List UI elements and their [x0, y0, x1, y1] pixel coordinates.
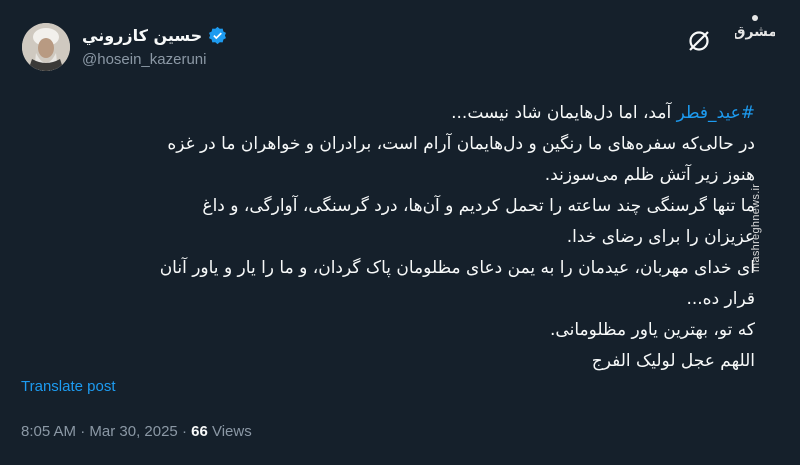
- watermark-logo: مشرق: [735, 15, 775, 40]
- svg-text:مشرق: مشرق: [735, 24, 775, 40]
- tweet-line: اللهم عجل لولیک الفرج: [591, 351, 755, 371]
- author-name-row: حسين كازروني: [82, 26, 227, 45]
- grok-icon[interactable]: [686, 28, 712, 54]
- hashtag-link[interactable]: #عید_فطر: [677, 103, 755, 123]
- post-date[interactable]: Mar 30, 2025: [89, 423, 177, 440]
- tweet-line: در حالی‌که سفره‌های ما رنگین و دل‌هایمان…: [167, 134, 755, 154]
- tweet-line: #عید_فطر آمد، اما دل‌هایمان شاد نیست...: [20, 98, 755, 129]
- tweet-line-text: آمد، اما دل‌هایمان شاد نیست...: [451, 103, 677, 123]
- tweet-text: #عید_فطر آمد، اما دل‌هایمان شاد نیست... …: [20, 98, 755, 377]
- tweet-line: ما تنها گرسنگی چند ساعته را تحمل کردیم و…: [202, 196, 755, 216]
- avatar[interactable]: [22, 23, 70, 71]
- author-block: حسين كازروني @hosein_kazeruni: [82, 26, 227, 68]
- post-time[interactable]: 8:05 AM: [21, 423, 76, 440]
- author-name[interactable]: حسين كازروني: [82, 26, 202, 45]
- tweet-line: عزیزان را برای رضای خدا.: [566, 227, 755, 247]
- author-handle[interactable]: @hosein_kazeruni: [82, 51, 227, 68]
- tweet-line: که تو، بهترین یاور مظلومانی.: [550, 320, 755, 340]
- views-label: Views: [207, 423, 252, 440]
- profile-photo: [22, 23, 70, 71]
- translate-post-link[interactable]: Translate post: [21, 378, 116, 395]
- views-count[interactable]: 66: [191, 423, 208, 440]
- tweet-line: قرار ده...: [686, 289, 755, 309]
- post-meta: 8:05 AM · Mar 30, 2025 · 66 Views: [21, 423, 252, 440]
- verified-badge-icon[interactable]: [208, 26, 227, 45]
- tweet-line: هنوز زیر آتش ظلم می‌سوزند.: [544, 165, 755, 185]
- tweet-line: ای خدای مهربان، عیدمان را به یمن دعای مظ…: [159, 258, 755, 278]
- meta-separator: ·: [76, 423, 90, 440]
- meta-separator: ·: [177, 423, 192, 440]
